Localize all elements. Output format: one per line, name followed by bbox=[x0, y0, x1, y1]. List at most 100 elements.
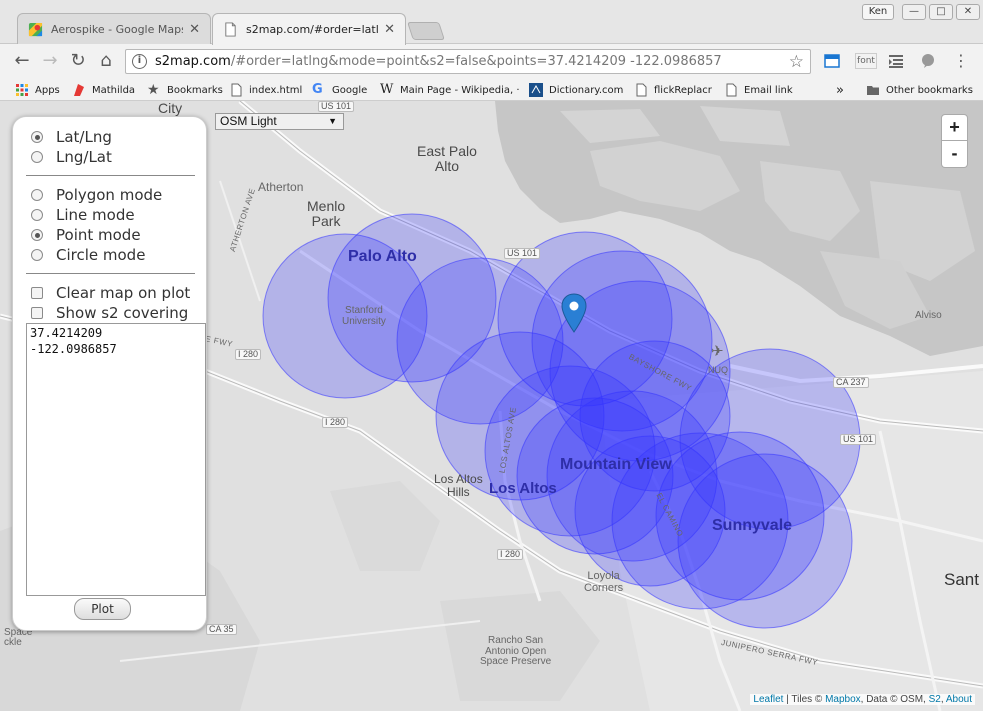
leaflet-link[interactable]: Leaflet bbox=[753, 694, 783, 705]
zoom-out-button[interactable]: - bbox=[941, 141, 968, 168]
bookmark-wikipedia[interactable]: W Main Page - Wikipedia, · bbox=[380, 82, 520, 98]
coverage-circles bbox=[262, 213, 861, 629]
map-canvas[interactable]: City East Palo Alto Atherton Menlo Park … bbox=[0, 101, 983, 711]
tab-s2map[interactable]: s2map.com/#order=latlng& ✕ bbox=[212, 13, 406, 45]
bookmark-label: Bookmarks bbox=[167, 84, 223, 96]
map-attribution: Leaflet | Tiles © Mapbox, Data © OSM, S2… bbox=[750, 694, 975, 705]
bookmark-label: Main Page - Wikipedia, · bbox=[400, 84, 520, 96]
tileset-select[interactable]: OSM Light ▼ bbox=[215, 113, 344, 130]
label-stanford: Stanford University bbox=[342, 305, 386, 327]
dictionary-icon bbox=[529, 83, 543, 97]
home-button[interactable]: ⌂ bbox=[95, 50, 117, 72]
plot-button[interactable]: Plot bbox=[74, 598, 131, 620]
bookmark-google[interactable]: G Google bbox=[312, 82, 367, 98]
shield-ca237: CA 237 bbox=[833, 377, 869, 389]
tab-google-maps[interactable]: Aerospike - Google Maps ✕ bbox=[17, 13, 211, 44]
label-los-altos: Los Altos bbox=[489, 480, 557, 497]
radio-button[interactable] bbox=[31, 189, 43, 201]
bookmark-dictionary[interactable]: Dictionary.com bbox=[529, 82, 623, 98]
shield-us101-top: US 101 bbox=[318, 101, 355, 113]
tab-close-icon[interactable]: ✕ bbox=[189, 22, 200, 37]
bookmark-star-icon[interactable]: ☆ bbox=[789, 52, 804, 72]
label-mountain-view: Mountain View bbox=[560, 456, 672, 473]
label-menlo-park: Menlo Park bbox=[307, 198, 346, 229]
option-label: Line mode bbox=[56, 206, 135, 224]
radio-button[interactable] bbox=[31, 209, 43, 221]
reader-list-icon[interactable] bbox=[888, 53, 904, 69]
s2-link[interactable]: S2 bbox=[929, 694, 941, 705]
apps-grid-icon bbox=[16, 84, 28, 96]
page-icon bbox=[225, 22, 236, 37]
browser-toolbar: ← → ↻ ⌂ i s2map.com/#order=latlng&mode=p… bbox=[0, 44, 983, 78]
forward-button[interactable]: → bbox=[39, 50, 61, 72]
radio-circle-mode[interactable]: Circle mode bbox=[31, 246, 145, 264]
close-window-button[interactable]: ✕ bbox=[956, 4, 980, 20]
points-textarea[interactable]: 37.4214209 -122.0986857 bbox=[26, 323, 206, 596]
tab-close-icon[interactable]: ✕ bbox=[384, 22, 395, 37]
folder-icon bbox=[867, 86, 879, 95]
radio-line-mode[interactable]: Line mode bbox=[31, 206, 135, 224]
label-atherton: Atherton bbox=[258, 180, 304, 194]
location-marker-icon[interactable] bbox=[561, 293, 587, 333]
profile-button[interactable]: Ken bbox=[862, 4, 894, 20]
bookmark-apps[interactable]: Apps bbox=[15, 82, 60, 98]
option-label: Lng/Lat bbox=[56, 148, 112, 166]
radio-lng-lat[interactable]: Lng/Lat bbox=[31, 148, 112, 166]
bookmarks-bar: Apps Mathilda ★ Bookmarks index.html G G… bbox=[0, 78, 983, 101]
address-bar[interactable]: i s2map.com/#order=latlng&mode=point&s2=… bbox=[125, 49, 811, 74]
shield-i280-west: I 280 bbox=[235, 349, 262, 361]
back-button[interactable]: ← bbox=[11, 50, 33, 72]
radio-button[interactable] bbox=[31, 249, 43, 261]
radio-polygon-mode[interactable]: Polygon mode bbox=[31, 186, 162, 204]
label-los-altos-hills: Los Altos Hills bbox=[434, 472, 483, 499]
label-alviso: Alviso bbox=[915, 310, 942, 321]
label-palo-alto: Palo Alto bbox=[348, 248, 417, 265]
option-label: Circle mode bbox=[56, 246, 146, 264]
bookmark-label: Apps bbox=[35, 84, 60, 96]
shield-i280-mid: I 280 bbox=[322, 417, 349, 429]
url-host: s2map.com bbox=[155, 54, 231, 69]
extension-window-icon[interactable] bbox=[824, 53, 840, 69]
extension-bubble-icon[interactable] bbox=[920, 53, 936, 69]
label-loyola-corners: Loyola Corners bbox=[584, 570, 624, 594]
label-sunnyvale: Sunnyvale bbox=[712, 517, 793, 534]
minimize-button[interactable]: — bbox=[902, 4, 926, 20]
maximize-button[interactable]: □ bbox=[929, 4, 953, 20]
bookmark-label: Google bbox=[332, 84, 368, 96]
checkbox-show-s2-covering[interactable]: Show s2 covering bbox=[31, 304, 188, 322]
bookmark-flickreplacr[interactable]: flickReplacr bbox=[634, 82, 712, 98]
browser-titlebar: Aerospike - Google Maps ✕ s2map.com/#ord… bbox=[0, 0, 983, 45]
menu-kebab-icon[interactable]: ⋮ bbox=[950, 50, 972, 72]
bookmarks-overflow-chevron-icon[interactable]: » bbox=[836, 82, 844, 98]
radio-point-mode[interactable]: Point mode bbox=[31, 226, 141, 244]
info-icon[interactable]: i bbox=[132, 54, 147, 69]
url-path: /#order=latlng&mode=point&s2=false&point… bbox=[230, 54, 722, 69]
shield-us101-east: US 101 bbox=[840, 434, 877, 446]
radio-lat-lng[interactable]: Lat/Lng bbox=[31, 128, 112, 146]
google-maps-icon bbox=[28, 22, 43, 36]
checkbox[interactable] bbox=[31, 307, 43, 319]
bookmark-email-link[interactable]: Email link bbox=[724, 82, 793, 98]
dropdown-caret-icon: ▼ bbox=[328, 116, 337, 126]
new-tab-button[interactable] bbox=[407, 22, 445, 40]
checkbox[interactable] bbox=[31, 287, 43, 299]
bookmark-label: index.html bbox=[249, 84, 303, 96]
bookmark-index-html[interactable]: index.html bbox=[229, 82, 302, 98]
radio-button[interactable] bbox=[31, 151, 43, 163]
bookmark-bookmarks[interactable]: ★ Bookmarks bbox=[147, 82, 223, 98]
control-panel: Lat/Lng Lng/Lat Polygon mode Line mode P… bbox=[12, 116, 207, 631]
google-icon: G bbox=[312, 82, 323, 97]
reload-button[interactable]: ↻ bbox=[67, 50, 89, 72]
label-santa-clara-partial: Sant bbox=[944, 570, 979, 589]
bookmark-label: flickReplacr bbox=[654, 84, 712, 96]
font-extension-icon[interactable]: font bbox=[855, 53, 877, 69]
checkbox-clear-map[interactable]: Clear map on plot bbox=[31, 284, 190, 302]
radio-button[interactable] bbox=[31, 131, 43, 143]
tab-title: Aerospike - Google Maps bbox=[51, 22, 184, 36]
about-link[interactable]: About bbox=[946, 694, 972, 705]
zoom-in-button[interactable]: + bbox=[941, 114, 968, 141]
mapbox-link[interactable]: Mapbox bbox=[825, 694, 861, 705]
radio-button[interactable] bbox=[31, 229, 43, 241]
other-bookmarks-folder[interactable]: Other bookmarks bbox=[866, 82, 973, 98]
bookmark-mathilda[interactable]: Mathilda bbox=[72, 82, 135, 98]
